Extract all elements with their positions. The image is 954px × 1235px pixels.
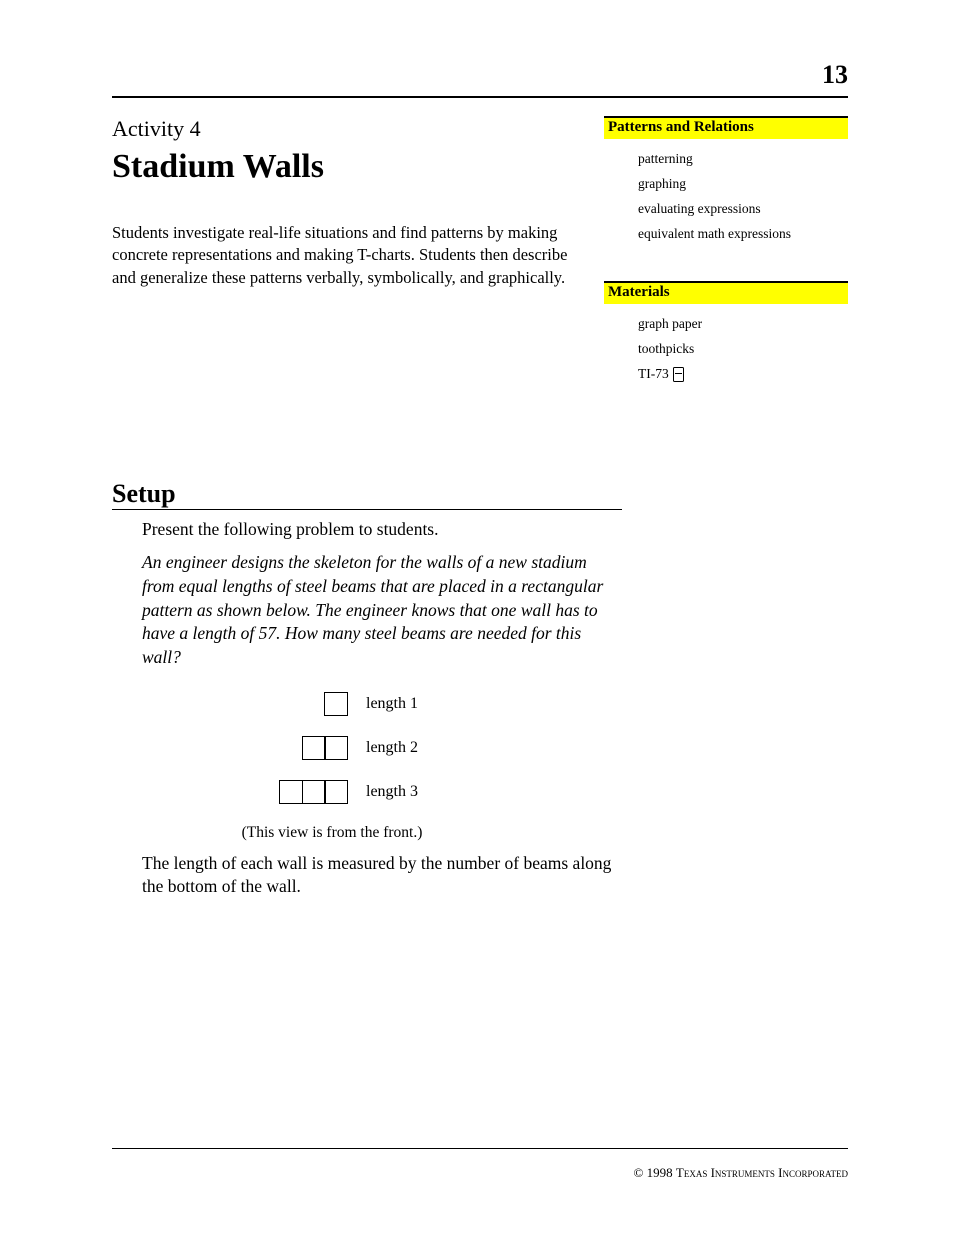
patterns-heading: Patterns and Relations — [604, 116, 848, 139]
beam-square — [324, 692, 348, 716]
figure-caption: (This view is from the front.) — [122, 824, 542, 842]
figure-row: length 2 — [142, 736, 542, 760]
list-item: graphing — [638, 172, 848, 197]
content-columns: Activity 4 Stadium Walls Students invest… — [112, 116, 848, 421]
length-1-boxes — [228, 692, 348, 716]
beam-square — [302, 780, 326, 804]
copyright-prefix: © 1998 — [633, 1165, 675, 1180]
beam-square — [302, 736, 326, 760]
activity-title: Stadium Walls — [112, 148, 580, 186]
materials-heading: Materials — [604, 281, 848, 304]
materials-list: graph paper toothpicks TI-73 — [604, 312, 848, 387]
bottom-rule — [112, 1148, 848, 1149]
copyright: © 1998 Texas Instruments Incorporated — [633, 1165, 848, 1181]
list-item: TI-73 — [638, 362, 848, 387]
main-column: Activity 4 Stadium Walls Students invest… — [112, 116, 580, 421]
list-item: evaluating expressions — [638, 197, 848, 222]
setup-p1: Present the following problem to student… — [142, 518, 622, 542]
setup-p3: The length of each wall is measured by t… — [142, 852, 622, 899]
calculator-label: TI-73 — [638, 362, 669, 387]
figure-label: length 2 — [366, 739, 456, 757]
activity-label: Activity 4 — [112, 116, 580, 142]
figure: length 1 length 2 length 3 (This view is… — [142, 692, 542, 842]
setup-p2: An engineer designs the skeleton for the… — [142, 551, 622, 669]
calculator-icon — [673, 367, 684, 382]
length-2-boxes — [228, 736, 348, 760]
beam-square — [324, 736, 348, 760]
list-item: toothpicks — [638, 337, 848, 362]
figure-label: length 1 — [366, 695, 456, 713]
copyright-name: Texas Instruments Incorporated — [676, 1165, 848, 1180]
list-item: equivalent math expressions — [638, 222, 848, 247]
beam-square — [279, 780, 303, 804]
length-3-boxes — [228, 780, 348, 804]
top-rule — [112, 96, 848, 98]
list-item: patterning — [638, 147, 848, 172]
sidebar: Patterns and Relations patterning graphi… — [604, 116, 848, 421]
page-number: 13 — [822, 60, 848, 90]
intro-paragraph: Students investigate real-life situation… — [112, 222, 580, 289]
setup-body: Present the following problem to student… — [142, 518, 622, 899]
figure-row: length 1 — [142, 692, 542, 716]
beam-square — [324, 780, 348, 804]
figure-row: length 3 — [142, 780, 542, 804]
patterns-list: patterning graphing evaluating expressio… — [604, 147, 848, 247]
page: 13 Activity 4 Stadium Walls Students inv… — [0, 0, 954, 1235]
figure-label: length 3 — [366, 783, 456, 801]
setup-heading: Setup — [112, 479, 622, 510]
list-item: graph paper — [638, 312, 848, 337]
